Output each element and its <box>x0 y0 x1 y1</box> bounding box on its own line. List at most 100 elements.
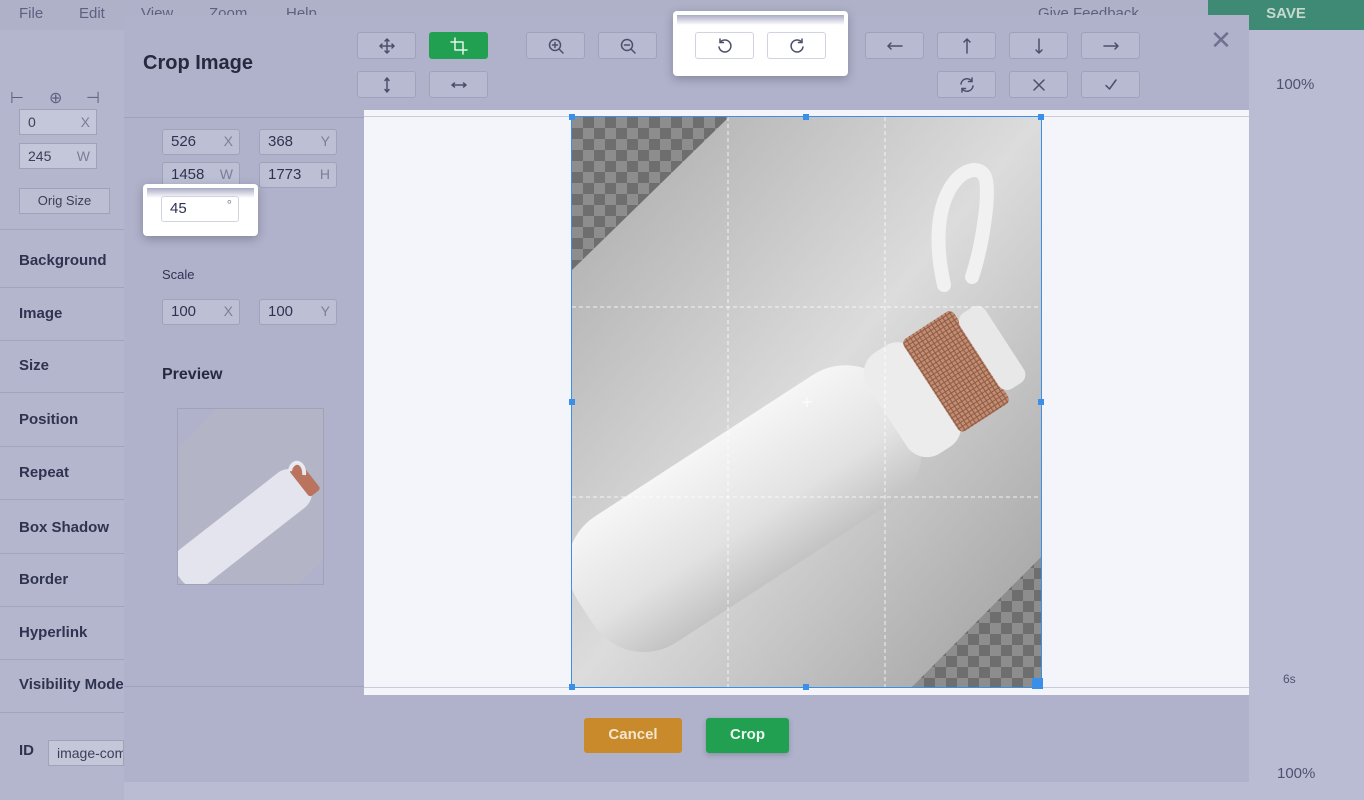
divider <box>0 553 124 554</box>
crop-confirm-button[interactable]: Crop <box>706 718 789 753</box>
arrow-down-icon <box>1034 37 1043 54</box>
scale-y-field[interactable]: 100 Y <box>259 299 337 325</box>
align-right-icon[interactable]: ⊣ <box>86 88 104 107</box>
move-left-button[interactable] <box>865 32 924 59</box>
id-label: ID <box>19 742 34 759</box>
crop-handle-sw[interactable] <box>569 684 575 690</box>
move-up-button[interactable] <box>937 32 996 59</box>
clear-button[interactable] <box>1009 71 1068 98</box>
move-right-button[interactable] <box>1081 32 1140 59</box>
menu-file[interactable]: File <box>19 5 43 22</box>
section-background[interactable]: Background <box>19 252 107 269</box>
timeline-label: 6s <box>1283 672 1296 686</box>
divider <box>0 499 124 500</box>
rotate-right-button[interactable] <box>767 32 826 59</box>
section-repeat[interactable]: Repeat <box>19 464 69 481</box>
crop-height-value: 1773 <box>268 166 302 183</box>
crop-handle-e[interactable] <box>1038 399 1044 405</box>
bg-x-field[interactable]: 0 X <box>19 109 97 135</box>
bg-w-suffix: W <box>76 148 90 164</box>
zoom-out-button[interactable] <box>598 32 657 59</box>
crop-x-value: 526 <box>171 133 197 150</box>
menu-edit[interactable]: Edit <box>79 5 105 22</box>
crop-width-value: 1458 <box>171 166 205 183</box>
scale-x-field[interactable]: 100 X <box>162 299 240 325</box>
id-input[interactable]: image-comp <box>48 740 124 766</box>
arrow-left-icon <box>886 41 903 50</box>
crop-height-suffix: H <box>319 166 330 182</box>
divider <box>0 392 124 393</box>
crop-y-field[interactable]: 368 Y <box>259 129 337 155</box>
orig-size-button[interactable]: Orig Size <box>19 188 110 214</box>
bg-x-suffix: X <box>80 114 90 130</box>
crop-y-value: 368 <box>268 133 294 150</box>
align-center-icon[interactable]: ⊕ <box>49 88 67 107</box>
cancel-button[interactable]: Cancel <box>584 718 682 753</box>
bg-w-field[interactable]: 245 W <box>19 143 97 169</box>
section-image[interactable]: Image <box>19 305 62 322</box>
flip-vertical-icon <box>383 76 390 93</box>
divider <box>0 229 124 230</box>
check-icon <box>1104 78 1117 90</box>
divider <box>0 446 124 447</box>
zoom-level-top[interactable]: 100% <box>1276 76 1314 93</box>
apply-button[interactable] <box>1081 71 1140 98</box>
crop-box[interactable] <box>571 116 1042 688</box>
align-left-icon[interactable]: ⊢ <box>10 88 28 107</box>
crop-height-field[interactable]: 1773 H <box>259 162 337 188</box>
crop-handle-nw[interactable] <box>569 114 575 120</box>
crop-handle-se[interactable] <box>1032 678 1043 689</box>
arrow-right-icon <box>1102 41 1119 50</box>
arrow-up-icon <box>962 37 971 54</box>
crop-icon <box>449 36 468 55</box>
rotate-left-button[interactable] <box>695 32 754 59</box>
section-size[interactable]: Size <box>19 357 49 374</box>
move-down-button[interactable] <box>1009 32 1068 59</box>
properties-sidebar: ⊢ ⊕ ⊣ 0 X 245 W Orig Size Background Ima… <box>0 30 124 800</box>
crop-handle-w[interactable] <box>569 399 575 405</box>
section-border[interactable]: Border <box>19 571 68 588</box>
bg-w-value: 245 <box>28 148 52 164</box>
crop-width-suffix: W <box>219 166 233 182</box>
scale-label: Scale <box>162 267 195 282</box>
crop-button[interactable] <box>429 32 488 59</box>
crop-handle-s[interactable] <box>803 684 809 690</box>
crop-handle-n[interactable] <box>803 114 809 120</box>
flip-horizontal-button[interactable] <box>429 71 488 98</box>
bg-x-value: 0 <box>28 114 36 130</box>
section-visibility-mode[interactable]: Visibility Mode <box>19 676 124 693</box>
crop-image-modal: Crop Image ✕ 526 X 368 Y 1458 W 1773 H 4… <box>124 11 1249 782</box>
preview-image <box>178 409 323 584</box>
degree-suffix: ° <box>226 197 232 212</box>
section-box-shadow[interactable]: Box Shadow <box>19 519 109 536</box>
crop-canvas[interactable] <box>364 110 1249 695</box>
section-hyperlink[interactable]: Hyperlink <box>19 624 87 641</box>
move-button[interactable] <box>357 32 416 59</box>
zoom-level-bottom[interactable]: 100% <box>1277 765 1315 782</box>
zoom-out-icon <box>620 38 636 54</box>
rotate-group <box>673 11 848 76</box>
zoom-in-button[interactable] <box>526 32 585 59</box>
highlight-bar <box>677 15 844 25</box>
scale-x-value: 100 <box>171 303 197 320</box>
divider <box>0 712 124 713</box>
divider <box>0 340 124 341</box>
divider <box>0 287 124 288</box>
rotate-right-icon <box>789 37 804 53</box>
close-icon[interactable]: ✕ <box>1210 27 1232 53</box>
scale-y-value: 100 <box>268 303 294 320</box>
flip-horizontal-icon <box>450 81 467 88</box>
preview-thumbnail <box>177 408 324 585</box>
crop-x-field[interactable]: 526 X <box>162 129 240 155</box>
rotated-image <box>572 117 1041 687</box>
scale-y-suffix: Y <box>320 303 330 319</box>
reset-button[interactable] <box>937 71 996 98</box>
crop-handle-ne[interactable] <box>1038 114 1044 120</box>
flip-vertical-button[interactable] <box>357 71 416 98</box>
scale-x-suffix: X <box>223 303 233 319</box>
reset-icon <box>959 76 974 93</box>
rotation-field[interactable]: 45 ° <box>161 196 239 222</box>
section-position[interactable]: Position <box>19 411 78 428</box>
rotation-group: 45 ° <box>143 184 258 236</box>
zoom-in-icon <box>548 38 564 54</box>
